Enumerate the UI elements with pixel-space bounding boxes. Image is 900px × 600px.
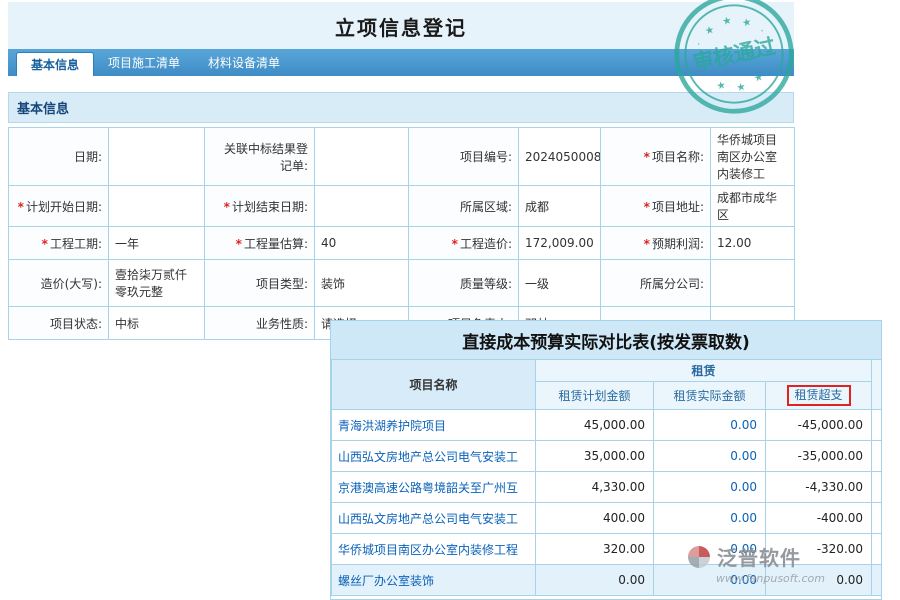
plan-amount-cell: 4,330.00 bbox=[536, 472, 654, 503]
overspend-highlight-box: 租赁超支 bbox=[787, 385, 851, 406]
column-header-project-name: 项目名称 bbox=[332, 360, 536, 410]
branch-company-field[interactable] bbox=[711, 260, 795, 307]
date-field[interactable] bbox=[109, 128, 205, 186]
cutoff-cell bbox=[872, 534, 882, 565]
actual-amount-link[interactable]: 0.00 bbox=[654, 441, 766, 472]
project-name-link[interactable]: 螺丝厂办公室装饰 bbox=[332, 565, 536, 596]
cutoff-cell bbox=[872, 410, 882, 441]
project-status-label: 项目状态: bbox=[9, 307, 109, 340]
form-row: 日期: 关联中标结果登记单: 项目编号: 2024050008 *项目名称: 华… bbox=[9, 128, 795, 186]
overspend-cell: -320.00 bbox=[766, 534, 872, 565]
project-name-link[interactable]: 山西弘文房地产总公司电气安装工 bbox=[332, 441, 536, 472]
plan-end-date-label: *计划结束日期: bbox=[205, 186, 315, 227]
cutoff-column-sliver bbox=[872, 360, 882, 410]
plan-amount-cell: 35,000.00 bbox=[536, 441, 654, 472]
project-duration-label: *工程工期: bbox=[9, 227, 109, 260]
column-group-header-lease: 租赁 bbox=[536, 360, 872, 382]
project-cost-label: *工程造价: bbox=[409, 227, 519, 260]
project-name-link[interactable]: 华侨城项目南区办公室内装修工程 bbox=[332, 534, 536, 565]
project-number-field[interactable]: 2024050008 bbox=[519, 128, 601, 186]
actual-amount-link[interactable]: 0.00 bbox=[654, 503, 766, 534]
plan-amount-cell: 0.00 bbox=[536, 565, 654, 596]
overspend-cell: -45,000.00 bbox=[766, 410, 872, 441]
plan-start-date-label: *计划开始日期: bbox=[9, 186, 109, 227]
table-row: 华侨城项目南区办公室内装修工程 320.00 0.00 -320.00 bbox=[332, 534, 882, 565]
region-label: 所属区域: bbox=[409, 186, 519, 227]
business-nature-label: 业务性质: bbox=[205, 307, 315, 340]
plan-amount-cell: 320.00 bbox=[536, 534, 654, 565]
date-label: 日期: bbox=[9, 128, 109, 186]
table-row: 螺丝厂办公室装饰 0.00 0.00 0.00 bbox=[332, 565, 882, 596]
quantity-estimate-field[interactable]: 40 bbox=[315, 227, 409, 260]
actual-amount-link[interactable]: 0.00 bbox=[654, 472, 766, 503]
plan-end-date-field[interactable] bbox=[315, 186, 409, 227]
project-name-field[interactable]: 华侨城项目南区办公室内装修工 bbox=[711, 128, 795, 186]
plan-start-date-field[interactable] bbox=[109, 186, 205, 227]
form-row: 造价(大写): 壹拾柒万贰仟零玖元整 项目类型: 装饰 质量等级: 一级 所属分… bbox=[9, 260, 795, 307]
column-header-lease-overspend: 租赁超支 bbox=[766, 382, 872, 410]
cost-comparison-panel: 直接成本预算实际对比表(按发票取数) 项目名称 租赁 租赁计划金额 租赁实际金额… bbox=[330, 320, 882, 600]
branch-company-label: 所属分公司: bbox=[601, 260, 711, 307]
quantity-estimate-label: *工程量估算: bbox=[205, 227, 315, 260]
basic-info-form: 日期: 关联中标结果登记单: 项目编号: 2024050008 *项目名称: 华… bbox=[8, 127, 795, 340]
overspend-cell: -4,330.00 bbox=[766, 472, 872, 503]
cutoff-cell bbox=[872, 565, 882, 596]
project-type-label: 项目类型: bbox=[205, 260, 315, 307]
cost-in-words-label: 造价(大写): bbox=[9, 260, 109, 307]
tab-material-equipment-list[interactable]: 材料设备清单 bbox=[194, 49, 294, 76]
project-address-label: *项目地址: bbox=[601, 186, 711, 227]
column-header-lease-plan: 租赁计划金额 bbox=[536, 382, 654, 410]
registration-form-panel: 立项信息登记 基本信息 项目施工清单 材料设备清单 基本信息 日期: 关联中标结… bbox=[8, 2, 794, 340]
actual-amount-link[interactable]: 0.00 bbox=[654, 410, 766, 441]
quality-grade-field[interactable]: 一级 bbox=[519, 260, 601, 307]
overspend-cell: -400.00 bbox=[766, 503, 872, 534]
project-type-field[interactable]: 装饰 bbox=[315, 260, 409, 307]
project-number-label: 项目编号: bbox=[409, 128, 519, 186]
quality-grade-label: 质量等级: bbox=[409, 260, 519, 307]
project-name-link[interactable]: 京港澳高速公路粤境韶关至广州互 bbox=[332, 472, 536, 503]
form-row: *工程工期: 一年 *工程量估算: 40 *工程造价: 172,009.00 *… bbox=[9, 227, 795, 260]
bid-result-register-field[interactable] bbox=[315, 128, 409, 186]
project-name-link[interactable]: 青海洪湖养护院项目 bbox=[332, 410, 536, 441]
cost-in-words-field[interactable]: 壹拾柒万贰仟零玖元整 bbox=[109, 260, 205, 307]
cutoff-cell bbox=[872, 503, 882, 534]
expected-profit-field[interactable]: 12.00 bbox=[711, 227, 795, 260]
project-cost-field[interactable]: 172,009.00 bbox=[519, 227, 601, 260]
cutoff-cell bbox=[872, 441, 882, 472]
tab-construction-list[interactable]: 项目施工清单 bbox=[94, 49, 194, 76]
table-row: 京港澳高速公路粤境韶关至广州互 4,330.00 0.00 -4,330.00 bbox=[332, 472, 882, 503]
plan-amount-cell: 400.00 bbox=[536, 503, 654, 534]
table-row: 青海洪湖养护院项目 45,000.00 0.00 -45,000.00 bbox=[332, 410, 882, 441]
column-header-lease-actual: 租赁实际金额 bbox=[654, 382, 766, 410]
overspend-cell: -35,000.00 bbox=[766, 441, 872, 472]
section-header-basic-info: 基本信息 bbox=[8, 92, 794, 123]
cutoff-cell bbox=[872, 472, 882, 503]
project-address-field[interactable]: 成都市成华区 bbox=[711, 186, 795, 227]
project-duration-field[interactable]: 一年 bbox=[109, 227, 205, 260]
actual-amount-link[interactable]: 0.00 bbox=[654, 534, 766, 565]
actual-amount-link[interactable]: 0.00 bbox=[654, 565, 766, 596]
project-name-link[interactable]: 山西弘文房地产总公司电气安装工 bbox=[332, 503, 536, 534]
bid-result-register-label: 关联中标结果登记单: bbox=[205, 128, 315, 186]
project-name-label: *项目名称: bbox=[601, 128, 711, 186]
table-row: 山西弘文房地产总公司电气安装工 400.00 0.00 -400.00 bbox=[332, 503, 882, 534]
table-row: 山西弘文房地产总公司电气安装工 35,000.00 0.00 -35,000.0… bbox=[332, 441, 882, 472]
project-status-field[interactable]: 中标 bbox=[109, 307, 205, 340]
form-row: *计划开始日期: *计划结束日期: 所属区域: 成都 *项目地址: 成都市成华区 bbox=[9, 186, 795, 227]
tab-basic-info[interactable]: 基本信息 bbox=[16, 52, 94, 76]
cost-comparison-table: 项目名称 租赁 租赁计划金额 租赁实际金额 租赁超支 青海洪湖养护院项目 45,… bbox=[331, 359, 882, 596]
region-field[interactable]: 成都 bbox=[519, 186, 601, 227]
expected-profit-label: *预期利润: bbox=[601, 227, 711, 260]
plan-amount-cell: 45,000.00 bbox=[536, 410, 654, 441]
cost-table-title: 直接成本预算实际对比表(按发票取数) bbox=[331, 321, 881, 359]
page-title: 立项信息登记 bbox=[8, 2, 794, 49]
tab-bar: 基本信息 项目施工清单 材料设备清单 bbox=[8, 49, 794, 76]
overspend-cell: 0.00 bbox=[766, 565, 872, 596]
